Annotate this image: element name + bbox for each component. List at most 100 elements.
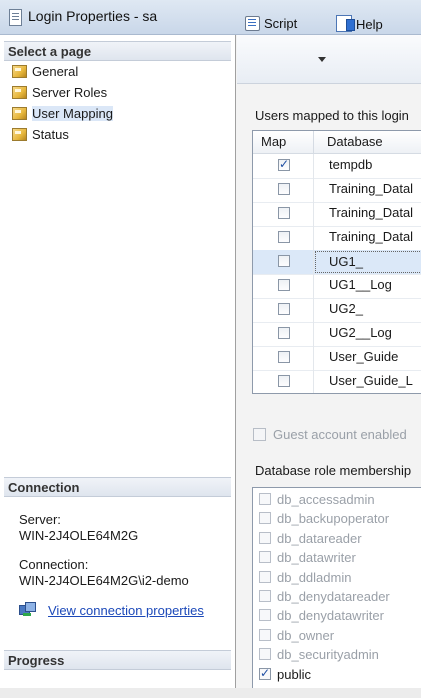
database-name: Training_Datal: [329, 181, 414, 196]
role-label: db_datareader: [277, 530, 362, 546]
role-checkbox[interactable]: [259, 570, 271, 583]
role-item[interactable]: db_denydatawriter: [259, 608, 384, 626]
page-status-label: Status: [32, 127, 69, 142]
help-icon: [336, 15, 355, 32]
guest-account-checkbox[interactable]: [253, 428, 266, 441]
properties-page-icon: [12, 86, 27, 99]
mapping-row[interactable]: User_Guide_L: [253, 370, 421, 393]
database-name: UG1__Log: [329, 277, 392, 292]
map-cell: [253, 346, 314, 370]
role-label: db_backupoperator: [277, 511, 390, 527]
map-checkbox[interactable]: [278, 207, 290, 219]
page-server-roles-label: Server Roles: [32, 85, 108, 100]
view-connection-icon: [19, 602, 36, 617]
map-checkbox[interactable]: [278, 351, 290, 363]
mapping-row[interactable]: UG1_: [253, 250, 421, 275]
database-name: Training_Datal: [329, 229, 414, 244]
database-name: tempdb: [329, 157, 373, 172]
role-checkbox[interactable]: [259, 531, 271, 544]
page-server-roles[interactable]: Server Roles: [12, 84, 107, 104]
role-checkbox[interactable]: [259, 512, 271, 525]
connection-label: Connection:: [19, 557, 89, 572]
mapping-row[interactable]: tempdb: [253, 154, 421, 179]
role-checkbox[interactable]: [259, 628, 271, 641]
role-checkbox[interactable]: [259, 609, 271, 622]
role-label: db_ddladmin: [277, 569, 352, 585]
role-item[interactable]: db_ddladmin: [259, 570, 351, 588]
help-label: Help: [356, 17, 383, 32]
properties-page-icon: [12, 65, 27, 78]
map-checkbox[interactable]: [278, 231, 290, 243]
server-value: WIN-2J4OLE64M2G: [19, 528, 139, 543]
properties-page-icon: [12, 107, 27, 120]
view-connection-properties-link[interactable]: View connection properties: [48, 603, 204, 618]
bottom-edge: [0, 688, 421, 698]
role-label: db_owner: [277, 627, 335, 643]
role-checkbox[interactable]: [259, 590, 271, 602]
map-cell: [253, 298, 314, 322]
role-label: db_accessadmin: [277, 492, 375, 507]
users-mapped-caption: Users mapped to this login: [255, 108, 409, 123]
map-checkbox[interactable]: [278, 157, 290, 171]
mapping-row[interactable]: Training_Datal: [253, 202, 421, 227]
mapping-row[interactable]: Training_Datal: [253, 226, 421, 251]
grid-header: Map Database: [253, 131, 421, 154]
help-button[interactable]: Help: [336, 15, 383, 32]
map-cell: [253, 370, 314, 393]
mapping-row[interactable]: UG2_: [253, 298, 421, 323]
window-icon: [9, 9, 22, 26]
mapping-row[interactable]: UG1__Log: [253, 274, 421, 299]
script-label: Script: [264, 16, 298, 31]
mapping-row[interactable]: Training_Datal: [253, 178, 421, 203]
database-name: User_Guide_L: [329, 373, 413, 388]
database-name: UG2__Log: [329, 325, 392, 340]
role-item[interactable]: db_datareader: [259, 531, 362, 549]
map-checkbox[interactable]: [278, 279, 290, 291]
script-dropdown-arrow-icon[interactable]: [318, 57, 326, 62]
connection-header: Connection: [4, 477, 231, 497]
window-title: Login Properties - sa: [28, 8, 158, 24]
role-item[interactable]: db_denydatareader: [259, 589, 390, 607]
role-checkbox[interactable]: [259, 493, 271, 505]
role-label: public: [277, 666, 311, 682]
map-cell: [253, 274, 314, 298]
connection-value: WIN-2J4OLE64M2G\i2-demo: [19, 573, 189, 588]
map-checkbox[interactable]: [278, 183, 290, 195]
map-cell: [253, 250, 314, 274]
role-item[interactable]: db_securityadmin: [259, 647, 379, 665]
guest-account-label: Guest account enabled: [273, 427, 407, 442]
map-cell: [253, 322, 314, 346]
page-general[interactable]: General: [12, 63, 78, 83]
role-item[interactable]: db_owner: [259, 628, 334, 646]
role-membership-caption: Database role membership: [255, 463, 412, 478]
mapping-row[interactable]: User_Guide: [253, 346, 421, 371]
map-checkbox[interactable]: [278, 303, 290, 315]
role-item[interactable]: db_accessadmin: [259, 492, 375, 510]
script-button[interactable]: Script: [244, 15, 297, 31]
role-item[interactable]: public: [259, 665, 311, 685]
role-checkbox[interactable]: [259, 551, 271, 564]
page-user-mapping-label: User Mapping: [32, 106, 113, 121]
mapping-row[interactable]: UG2__Log: [253, 322, 421, 347]
server-label: Server:: [19, 512, 61, 527]
progress-header: Progress: [4, 650, 231, 670]
map-checkbox[interactable]: [278, 327, 290, 339]
role-checkbox[interactable]: [259, 665, 271, 681]
role-label: db_denydatawriter: [277, 608, 384, 624]
page-status[interactable]: Status: [12, 126, 69, 146]
role-item[interactable]: db_datawriter: [259, 550, 356, 568]
map-checkbox[interactable]: [278, 375, 290, 387]
role-checkbox[interactable]: [259, 648, 271, 661]
properties-page-icon: [12, 128, 27, 141]
role-label: db_securityadmin: [277, 647, 379, 663]
database-name: User_Guide: [329, 349, 399, 364]
page-user-mapping[interactable]: User Mapping: [12, 105, 113, 125]
map-checkbox[interactable]: [278, 255, 290, 267]
database-column-header: Database: [327, 134, 383, 149]
select-page-header: Select a page: [4, 41, 231, 61]
role-item[interactable]: db_backupoperator: [259, 511, 389, 529]
role-membership-list[interactable]: db_accessadmin db_backupoperator db_datare…: [252, 487, 421, 690]
user-mapping-grid[interactable]: Map Database tempdb Training_Datal Trainin…: [252, 130, 421, 394]
role-label: db_datawriter: [277, 550, 356, 566]
database-name: UG1_: [315, 251, 421, 273]
